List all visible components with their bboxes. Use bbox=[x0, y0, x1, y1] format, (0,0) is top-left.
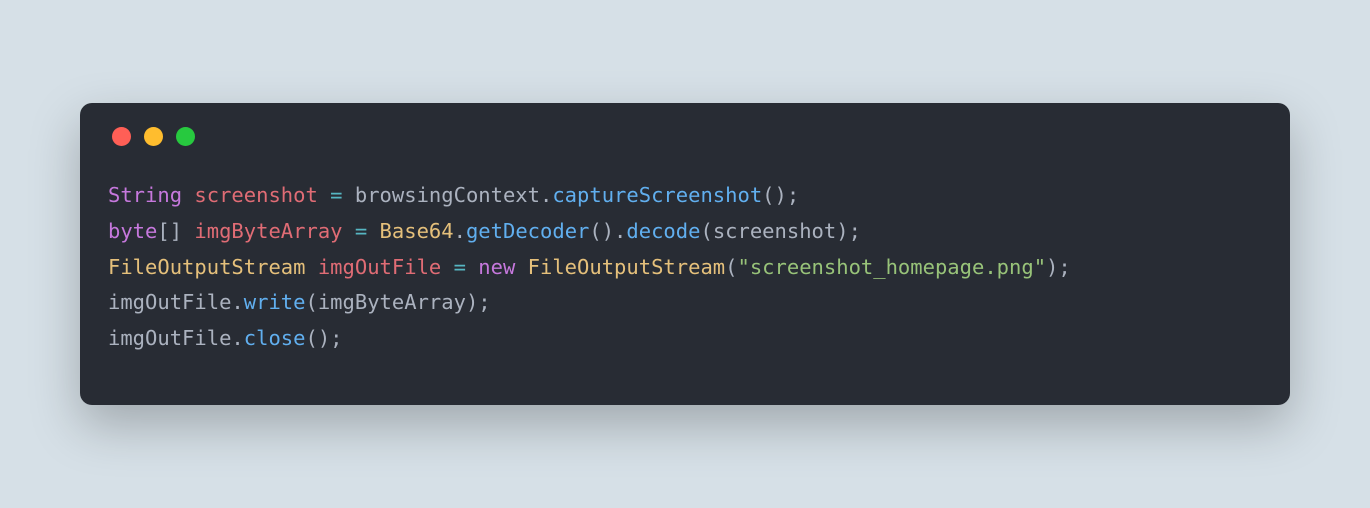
token-ident: screenshot bbox=[713, 219, 836, 243]
token-punct: (); bbox=[762, 183, 799, 207]
token-type: String bbox=[108, 183, 182, 207]
token-var: screenshot bbox=[194, 183, 317, 207]
token-punct: . bbox=[231, 290, 243, 314]
close-icon[interactable] bbox=[112, 127, 131, 146]
traffic-lights bbox=[112, 127, 1262, 146]
token-op: = bbox=[330, 183, 342, 207]
token-class: FileOutputStream bbox=[528, 255, 725, 279]
token-op: = bbox=[454, 255, 466, 279]
code-line: byte[] imgByteArray = Base64.getDecoder(… bbox=[108, 214, 1262, 250]
token-ident: imgByteArray bbox=[318, 290, 466, 314]
token-str: "screenshot_homepage.png" bbox=[737, 255, 1046, 279]
token-op: = bbox=[355, 219, 367, 243]
minimize-icon[interactable] bbox=[144, 127, 163, 146]
token-punct: ( bbox=[725, 255, 737, 279]
code-line: FileOutputStream imgOutFile = new FileOu… bbox=[108, 250, 1262, 286]
token-method: decode bbox=[626, 219, 700, 243]
token-punct: (). bbox=[589, 219, 626, 243]
token-punct: [] bbox=[157, 219, 182, 243]
token-kw: new bbox=[478, 255, 515, 279]
token-punct: ); bbox=[836, 219, 861, 243]
token-ident: imgOutFile bbox=[108, 326, 231, 350]
code-line: String screenshot = browsingContext.capt… bbox=[108, 178, 1262, 214]
token-punct: ); bbox=[1046, 255, 1071, 279]
token-method: getDecoder bbox=[466, 219, 589, 243]
token-method: captureScreenshot bbox=[552, 183, 762, 207]
code-block[interactable]: String screenshot = browsingContext.capt… bbox=[108, 178, 1262, 357]
token-var: imgByteArray bbox=[194, 219, 342, 243]
token-method: close bbox=[244, 326, 306, 350]
token-var: imgOutFile bbox=[318, 255, 441, 279]
token-class: FileOutputStream bbox=[108, 255, 305, 279]
code-window: String screenshot = browsingContext.capt… bbox=[80, 103, 1290, 405]
token-ident: browsingContext bbox=[355, 183, 540, 207]
token-type: byte bbox=[108, 219, 157, 243]
token-punct: . bbox=[454, 219, 466, 243]
token-punct: . bbox=[231, 326, 243, 350]
code-line: imgOutFile.write(imgByteArray); bbox=[108, 285, 1262, 321]
token-ident: imgOutFile bbox=[108, 290, 231, 314]
token-punct: ); bbox=[466, 290, 491, 314]
maximize-icon[interactable] bbox=[176, 127, 195, 146]
code-line: imgOutFile.close(); bbox=[108, 321, 1262, 357]
token-punct: ( bbox=[700, 219, 712, 243]
token-obj: Base64 bbox=[380, 219, 454, 243]
token-punct: (); bbox=[305, 326, 342, 350]
token-punct: ( bbox=[305, 290, 317, 314]
token-punct: . bbox=[540, 183, 552, 207]
token-method: write bbox=[244, 290, 306, 314]
